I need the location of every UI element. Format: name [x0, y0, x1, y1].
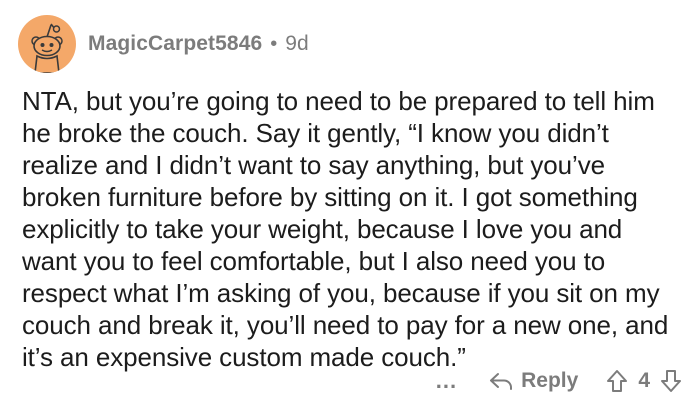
reply-arrow-icon	[490, 373, 513, 390]
vote-controls: 4	[606, 369, 682, 393]
comment-body-text: NTA, but you’re going to need to be prep…	[22, 86, 669, 372]
comment-body: NTA, but you’re going to need to be prep…	[22, 85, 682, 373]
upvote-arrow-icon[interactable]	[606, 369, 628, 393]
comment-header: MagicCarpet5846 • 9d	[18, 14, 309, 74]
more-options-button[interactable]: ...	[436, 368, 457, 394]
reply-label: Reply	[521, 369, 579, 392]
downvote-arrow-icon[interactable]	[660, 369, 682, 393]
reply-button[interactable]: Reply	[489, 369, 578, 393]
vote-score: 4	[638, 369, 650, 392]
reddit-snoo-avatar-icon	[31, 23, 63, 73]
meta-separator: •	[270, 32, 278, 55]
comment-age[interactable]: 9d	[285, 32, 308, 56]
author-username[interactable]: MagicCarpet5846	[88, 32, 262, 56]
avatar[interactable]	[18, 15, 76, 73]
comment-actions: ... Reply 4	[436, 364, 682, 398]
comment-meta: MagicCarpet5846 • 9d	[88, 32, 309, 56]
